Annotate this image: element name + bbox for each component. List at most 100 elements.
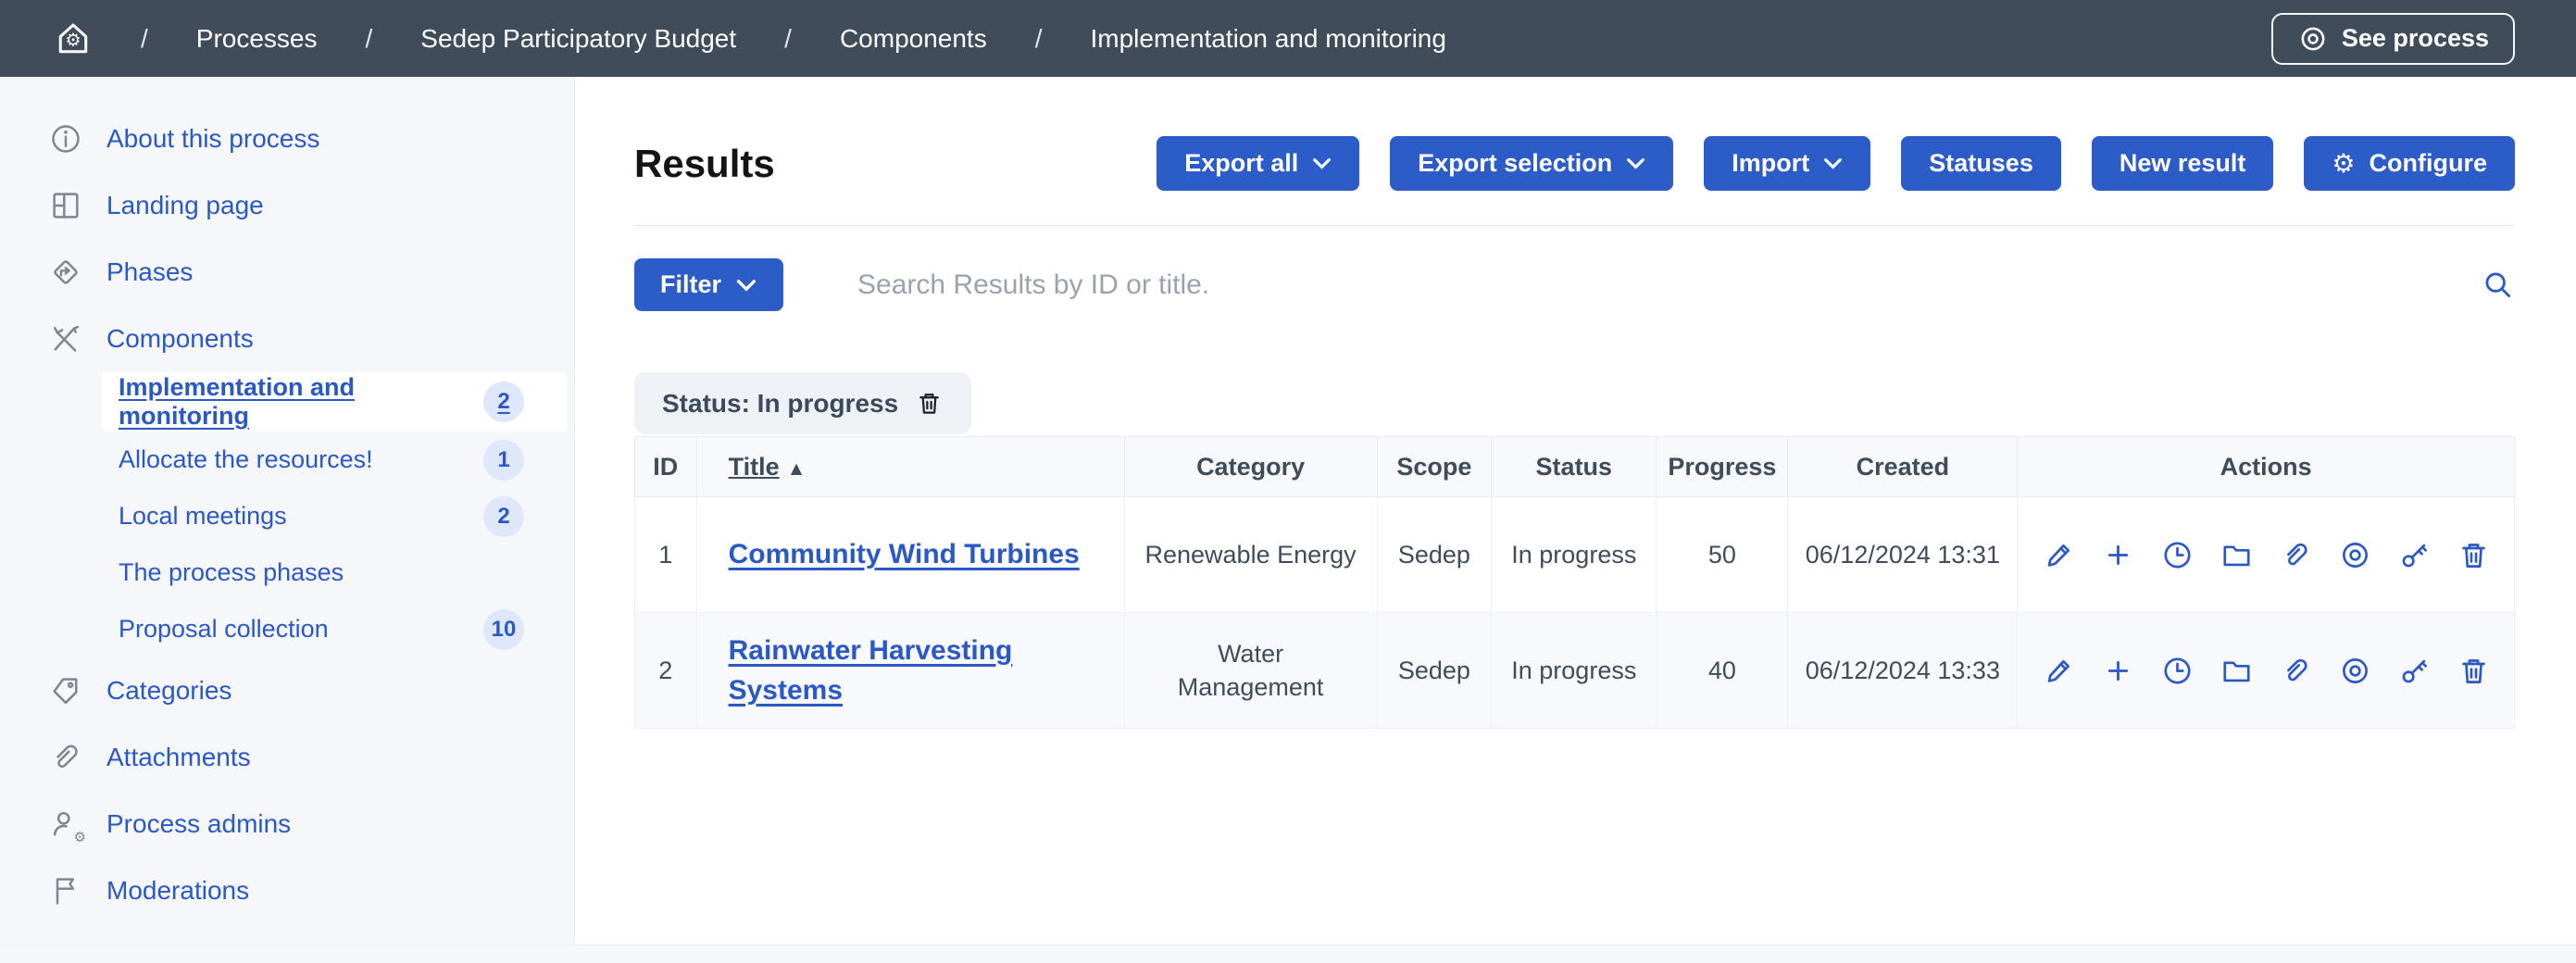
add-button[interactable] — [2101, 538, 2135, 572]
cell-scope: Sedep — [1377, 613, 1492, 729]
edit-pencil-icon — [2042, 538, 2076, 572]
button-label: New result — [2120, 149, 2246, 178]
layout-icon — [49, 189, 82, 222]
edit-button[interactable] — [2042, 538, 2076, 572]
result-title-link[interactable]: Community Wind Turbines — [729, 539, 1080, 569]
cell-progress: 40 — [1657, 613, 1788, 729]
column-header-actions: Actions — [2018, 437, 2515, 497]
edit-button[interactable] — [2042, 654, 2076, 688]
tag-icon — [49, 674, 82, 707]
sidebar-subitem-label: The process phases — [119, 558, 344, 587]
sidebar: About this process Landing page Pha — [0, 77, 575, 944]
see-process-button[interactable]: See process — [2271, 13, 2515, 65]
count-badge: 2 — [483, 496, 524, 537]
header-divider — [634, 225, 2515, 226]
main-content: Results Export all Export selection Impo… — [575, 77, 2576, 944]
table-row: 1 Community Wind Turbines Renewable Ener… — [635, 497, 2515, 613]
column-header-id: ID — [635, 437, 697, 497]
sidebar-item-attachments[interactable]: Attachments — [0, 724, 574, 791]
statuses-button[interactable]: Statuses — [1901, 136, 2061, 191]
sidebar-item-components[interactable]: Components — [0, 306, 574, 372]
import-button[interactable]: Import — [1704, 136, 1870, 191]
attachments-button[interactable] — [2279, 654, 2313, 688]
user-gear-icon: ⚙ — [49, 807, 82, 841]
column-header-category: Category — [1124, 437, 1377, 497]
sidebar-subitem-allocate-the-resources[interactable]: Allocate the resources! 1 — [102, 431, 567, 488]
chevron-down-icon — [1626, 157, 1645, 169]
add-button[interactable] — [2101, 654, 2135, 688]
sidebar-subitem-the-process-phases[interactable]: The process phases — [102, 544, 567, 601]
column-header-created: Created — [1788, 437, 2018, 497]
result-title-link[interactable]: Rainwater Harvesting Systems — [729, 635, 1013, 707]
table-header-row: ID Title▲ Category Scope Status Progress… — [635, 437, 2515, 497]
export-all-button[interactable]: Export all — [1157, 136, 1359, 191]
search-button[interactable] — [2481, 268, 2515, 302]
projects-button[interactable] — [2220, 654, 2254, 688]
timeline-button[interactable] — [2160, 654, 2195, 688]
gear-icon: ⚙ — [2332, 151, 2355, 177]
sidebar-item-categories[interactable]: Categories — [0, 657, 574, 724]
sidebar-item-landing-page[interactable]: Landing page — [0, 172, 574, 239]
paperclip-icon — [2279, 538, 2313, 572]
permissions-button[interactable] — [2397, 654, 2432, 688]
mini-gear-glyph: ⚙ — [74, 831, 86, 844]
delete-button[interactable] — [2457, 654, 2491, 688]
sidebar-subitem-implementation-and-monitoring[interactable]: Implementation and monitoring 2 — [102, 372, 567, 431]
active-filter-chip: Status: In progress — [634, 372, 971, 434]
column-header-scope: Scope — [1377, 437, 1492, 497]
column-header-title: Title▲ — [696, 437, 1124, 497]
count-badge: 1 — [483, 440, 524, 481]
projects-button[interactable] — [2220, 538, 2254, 572]
configure-button[interactable]: ⚙ Configure — [2304, 136, 2515, 191]
cell-category: Renewable Energy — [1124, 497, 1377, 613]
clock-icon — [2160, 654, 2195, 688]
button-label: Import — [1732, 149, 1809, 178]
export-selection-button[interactable]: Export selection — [1390, 136, 1673, 191]
sidebar-item-moderations[interactable]: Moderations — [0, 857, 574, 924]
preview-icon — [2338, 538, 2372, 572]
preview-button[interactable] — [2338, 654, 2372, 688]
new-result-button[interactable]: New result — [2092, 136, 2274, 191]
page-title: Results — [634, 136, 775, 191]
search-input[interactable] — [857, 269, 2481, 301]
breadcrumb-processes[interactable]: Processes — [196, 24, 318, 54]
breadcrumb-process-name[interactable]: Sedep Participatory Budget — [420, 24, 736, 54]
paperclip-icon — [49, 741, 82, 774]
button-label: Statuses — [1929, 149, 2033, 178]
filter-button[interactable]: Filter — [634, 258, 783, 311]
active-filter-label: Status: In progress — [662, 389, 898, 419]
eye-icon — [2297, 23, 2329, 55]
cell-progress: 50 — [1657, 497, 1788, 613]
cell-id: 2 — [635, 613, 697, 729]
sidebar-item-about[interactable]: About this process — [0, 106, 574, 172]
breadcrumb-current-component[interactable]: Implementation and monitoring — [1091, 24, 1446, 54]
preview-button[interactable] — [2338, 538, 2372, 572]
permissions-button[interactable] — [2397, 538, 2432, 572]
home-gear-glyph: ⚙ — [65, 32, 81, 50]
sidebar-item-phases[interactable]: Phases — [0, 239, 574, 306]
cell-actions — [2018, 613, 2515, 729]
filter-row: Filter — [634, 258, 2515, 311]
sort-by-title-link[interactable]: Title — [729, 453, 780, 481]
table-row: 2 Rainwater Harvesting Systems Water Man… — [635, 613, 2515, 729]
column-header-progress: Progress — [1657, 437, 1788, 497]
phases-diamond-icon — [49, 256, 82, 289]
sidebar-item-label: Categories — [106, 676, 231, 706]
clock-icon — [2160, 538, 2195, 572]
timeline-button[interactable] — [2160, 538, 2195, 572]
cell-title: Community Wind Turbines — [696, 497, 1124, 613]
delete-button[interactable] — [2457, 538, 2491, 572]
results-table: ID Title▲ Category Scope Status Progress… — [634, 436, 2515, 729]
remove-filter-button[interactable] — [915, 389, 944, 418]
cell-created: 06/12/2024 13:31 — [1788, 497, 2018, 613]
breadcrumb-components[interactable]: Components — [840, 24, 987, 54]
topbar: ⚙ / Processes / Sedep Participatory Budg… — [0, 0, 2576, 77]
sidebar-subitem-local-meetings[interactable]: Local meetings 2 — [102, 488, 567, 544]
attachments-button[interactable] — [2279, 538, 2313, 572]
sidebar-subitem-proposal-collection[interactable]: Proposal collection 10 — [102, 601, 567, 657]
sidebar-subitem-label: Proposal collection — [119, 615, 329, 644]
sidebar-item-process-admins[interactable]: ⚙ Process admins — [0, 791, 574, 857]
home-icon[interactable]: ⚙ — [54, 19, 93, 58]
search-icon — [2481, 268, 2515, 302]
sidebar-subitem-label: Implementation and monitoring — [119, 373, 483, 431]
